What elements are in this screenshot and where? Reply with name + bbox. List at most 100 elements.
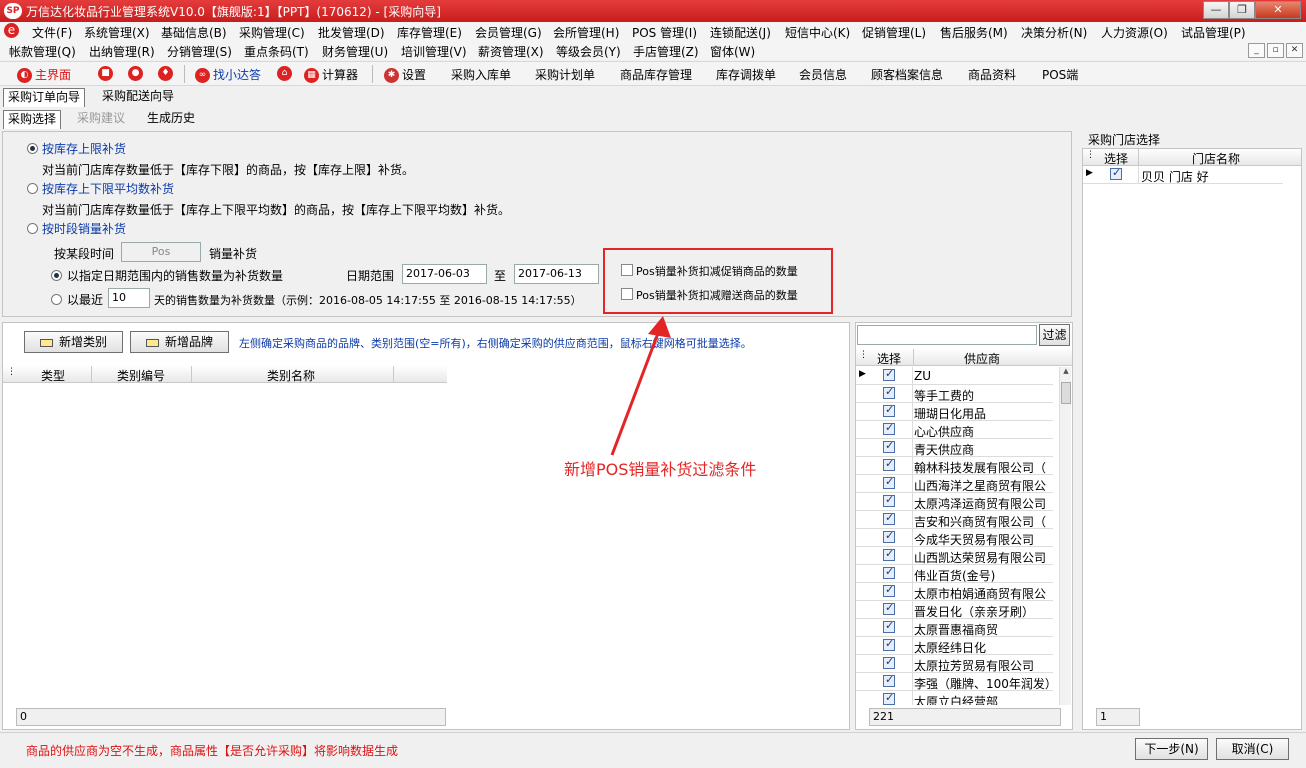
mdi-close-icon[interactable]: ✕ <box>1286 43 1303 58</box>
supplier-select-checkbox[interactable] <box>883 475 895 489</box>
chat-button[interactable]: ● <box>128 66 146 81</box>
toolbar-pos[interactable]: POS端 <box>1042 66 1078 83</box>
col-store-select[interactable]: 选择 <box>1104 150 1128 167</box>
tab-purchase-select[interactable]: 采购选择 <box>3 110 62 129</box>
supplier-row[interactable]: 山西凯达荣贸易有限公司 <box>856 547 1053 565</box>
opt-upper-limit-radio[interactable] <box>27 143 38 154</box>
supplier-row[interactable]: 李强（雕牌、100年润发） <box>856 673 1053 691</box>
supplier-select-checkbox[interactable] <box>883 511 895 525</box>
supplier-row[interactable]: 珊瑚日化用品 <box>856 403 1053 421</box>
menu-accounts[interactable]: 帐款管理(Q) <box>9 43 76 60</box>
supplier-filter-input[interactable] <box>857 325 1037 345</box>
pos-promo-label[interactable]: Pos销量补货扣减促销商品的数量 <box>636 263 798 279</box>
supplier-select-checkbox[interactable] <box>883 565 895 579</box>
menu-chain[interactable]: 连锁配送(J) <box>710 24 771 41</box>
house-button[interactable]: ⌂ <box>277 66 295 81</box>
recent-prefix[interactable]: 以最近 <box>67 291 103 308</box>
date-to-input[interactable]: 2017-06-13 <box>514 264 599 284</box>
store-row[interactable]: ▶ 贝贝 门店 好 <box>1083 166 1283 184</box>
supplier-row[interactable]: 翰林科技发展有限公司（ <box>856 457 1053 475</box>
scroll-thumb[interactable] <box>1061 382 1071 404</box>
add-category-button[interactable]: 新增类别 <box>24 331 123 353</box>
store-grid-menu-icon[interactable]: ⋮ <box>1086 150 1095 160</box>
menu-distribution[interactable]: 分销管理(S) <box>167 43 232 60</box>
add-brand-button[interactable]: 新增品牌 <box>130 331 229 353</box>
supplier-row[interactable]: 山西海洋之星商贸有限公 <box>856 475 1053 493</box>
bulb-button[interactable]: ♦ <box>158 66 176 81</box>
supplier-select-checkbox[interactable] <box>883 439 895 453</box>
menu-sms[interactable]: 短信中心(K) <box>785 24 850 41</box>
restore-icon[interactable]: ❐ <box>1229 1 1255 19</box>
menu-salary[interactable]: 薪资管理(X) <box>478 43 544 60</box>
supplier-row[interactable]: 晋发日化（亲亲牙刷） <box>856 601 1053 619</box>
supplier-row[interactable]: 太原市柏娟通商贸有限公 <box>856 583 1053 601</box>
supplier-row[interactable]: 太原鸿泽运商贸有限公司 <box>856 493 1053 511</box>
menu-training[interactable]: 培训管理(V) <box>401 43 467 60</box>
grid-menu-icon[interactable]: ⋮ <box>7 367 16 377</box>
supplier-select-checkbox[interactable] <box>883 655 895 669</box>
menu-pos[interactable]: POS 管理(I) <box>632 24 697 41</box>
menu-promotion[interactable]: 促销管理(L) <box>862 24 926 41</box>
menu-file[interactable]: 文件(F) <box>32 24 72 41</box>
supplier-row[interactable]: 太原经纬日化 <box>856 637 1053 655</box>
menu-club[interactable]: 会所管理(H) <box>553 24 619 41</box>
toolbar-member-info[interactable]: 会员信息 <box>799 66 847 83</box>
lock-button[interactable]: ■ <box>98 66 116 81</box>
toolbar-stock-manage[interactable]: 商品库存管理 <box>620 66 692 83</box>
home-button[interactable]: ◐ 主界面 <box>17 66 71 83</box>
supplier-row[interactable]: 太原晋惠福商贸 <box>856 619 1053 637</box>
supplier-grid-menu-icon[interactable]: ⋮ <box>859 350 868 360</box>
mdi-minimize-icon[interactable]: _ <box>1248 43 1265 58</box>
tab-purchase-order-wizard[interactable]: 采购订单向导 <box>3 88 86 107</box>
menu-hr[interactable]: 人力资源(O) <box>1101 24 1168 41</box>
supplier-row[interactable]: 等手工费的 <box>856 385 1053 403</box>
pos-gift-checkbox[interactable] <box>621 288 633 300</box>
opt-average-label[interactable]: 按库存上下限平均数补货 <box>42 180 174 197</box>
col-select[interactable]: 选择 <box>877 350 901 367</box>
menu-cashier[interactable]: 出纳管理(R) <box>89 43 155 60</box>
toolbar-purchase-plan[interactable]: 采购计划单 <box>535 66 595 83</box>
menu-wholesale[interactable]: 批发管理(D) <box>318 24 385 41</box>
filter-button[interactable]: 过滤 <box>1039 324 1070 346</box>
supplier-select-checkbox[interactable] <box>883 367 895 381</box>
supplier-select-checkbox[interactable] <box>883 547 895 561</box>
settings-button[interactable]: ✱ 设置 <box>384 66 426 83</box>
menu-purchase[interactable]: 采购管理(C) <box>239 24 305 41</box>
find-helper-button[interactable]: ∞ 找小达答 <box>195 66 261 83</box>
menu-finance[interactable]: 财务管理(U) <box>322 43 388 60</box>
period-source-select[interactable]: Pos <box>121 242 201 262</box>
menu-sample[interactable]: 试品管理(P) <box>1181 24 1246 41</box>
supplier-row[interactable]: 吉安和兴商贸有限公司（ <box>856 511 1053 529</box>
col-supplier[interactable]: 供应商 <box>964 350 1000 367</box>
minimize-icon[interactable]: — <box>1203 1 1229 19</box>
menu-basic-info[interactable]: 基础信息(B) <box>161 24 227 41</box>
col-type[interactable]: 类型 <box>41 367 65 384</box>
supplier-row[interactable]: 太原拉芳贸易有限公司 <box>856 655 1053 673</box>
supplier-select-checkbox[interactable] <box>883 403 895 417</box>
menu-after-sales[interactable]: 售后服务(M) <box>940 24 1008 41</box>
supplier-scrollbar[interactable]: ▲ <box>1059 367 1071 705</box>
col-category-code[interactable]: 类别编号 <box>117 367 165 384</box>
menu-level-member[interactable]: 等级会员(Y) <box>556 43 621 60</box>
pos-promo-checkbox[interactable] <box>621 264 633 276</box>
menu-window[interactable]: 窗体(W) <box>710 43 755 60</box>
pos-gift-label[interactable]: Pos销量补货扣减赠送商品的数量 <box>636 287 798 303</box>
supplier-select-checkbox[interactable] <box>883 601 895 615</box>
supplier-row[interactable]: 今成华天贸易有限公司 <box>856 529 1053 547</box>
recent-radio[interactable] <box>51 294 62 305</box>
close-icon[interactable]: ✕ <box>1255 1 1301 19</box>
tab-purchase-delivery-wizard[interactable]: 采购配送向导 <box>98 88 178 107</box>
opt-average-radio[interactable] <box>27 183 38 194</box>
cancel-button[interactable]: 取消(C) <box>1216 738 1289 760</box>
recent-days-input[interactable]: 10 <box>108 288 150 308</box>
toolbar-customer-file[interactable]: 顾客档案信息 <box>871 66 943 83</box>
supplier-select-checkbox[interactable] <box>883 421 895 435</box>
tab-purchase-suggest[interactable]: 采购建议 <box>73 110 129 129</box>
supplier-select-checkbox[interactable] <box>883 457 895 471</box>
menu-member[interactable]: 会员管理(G) <box>475 24 542 41</box>
menu-shop[interactable]: 手店管理(Z) <box>633 43 699 60</box>
menu-analysis[interactable]: 决策分析(N) <box>1021 24 1087 41</box>
supplier-row[interactable]: 太原立白经营部 <box>856 691 1053 705</box>
supplier-row[interactable]: 心心供应商 <box>856 421 1053 439</box>
supplier-select-checkbox[interactable] <box>883 691 895 705</box>
